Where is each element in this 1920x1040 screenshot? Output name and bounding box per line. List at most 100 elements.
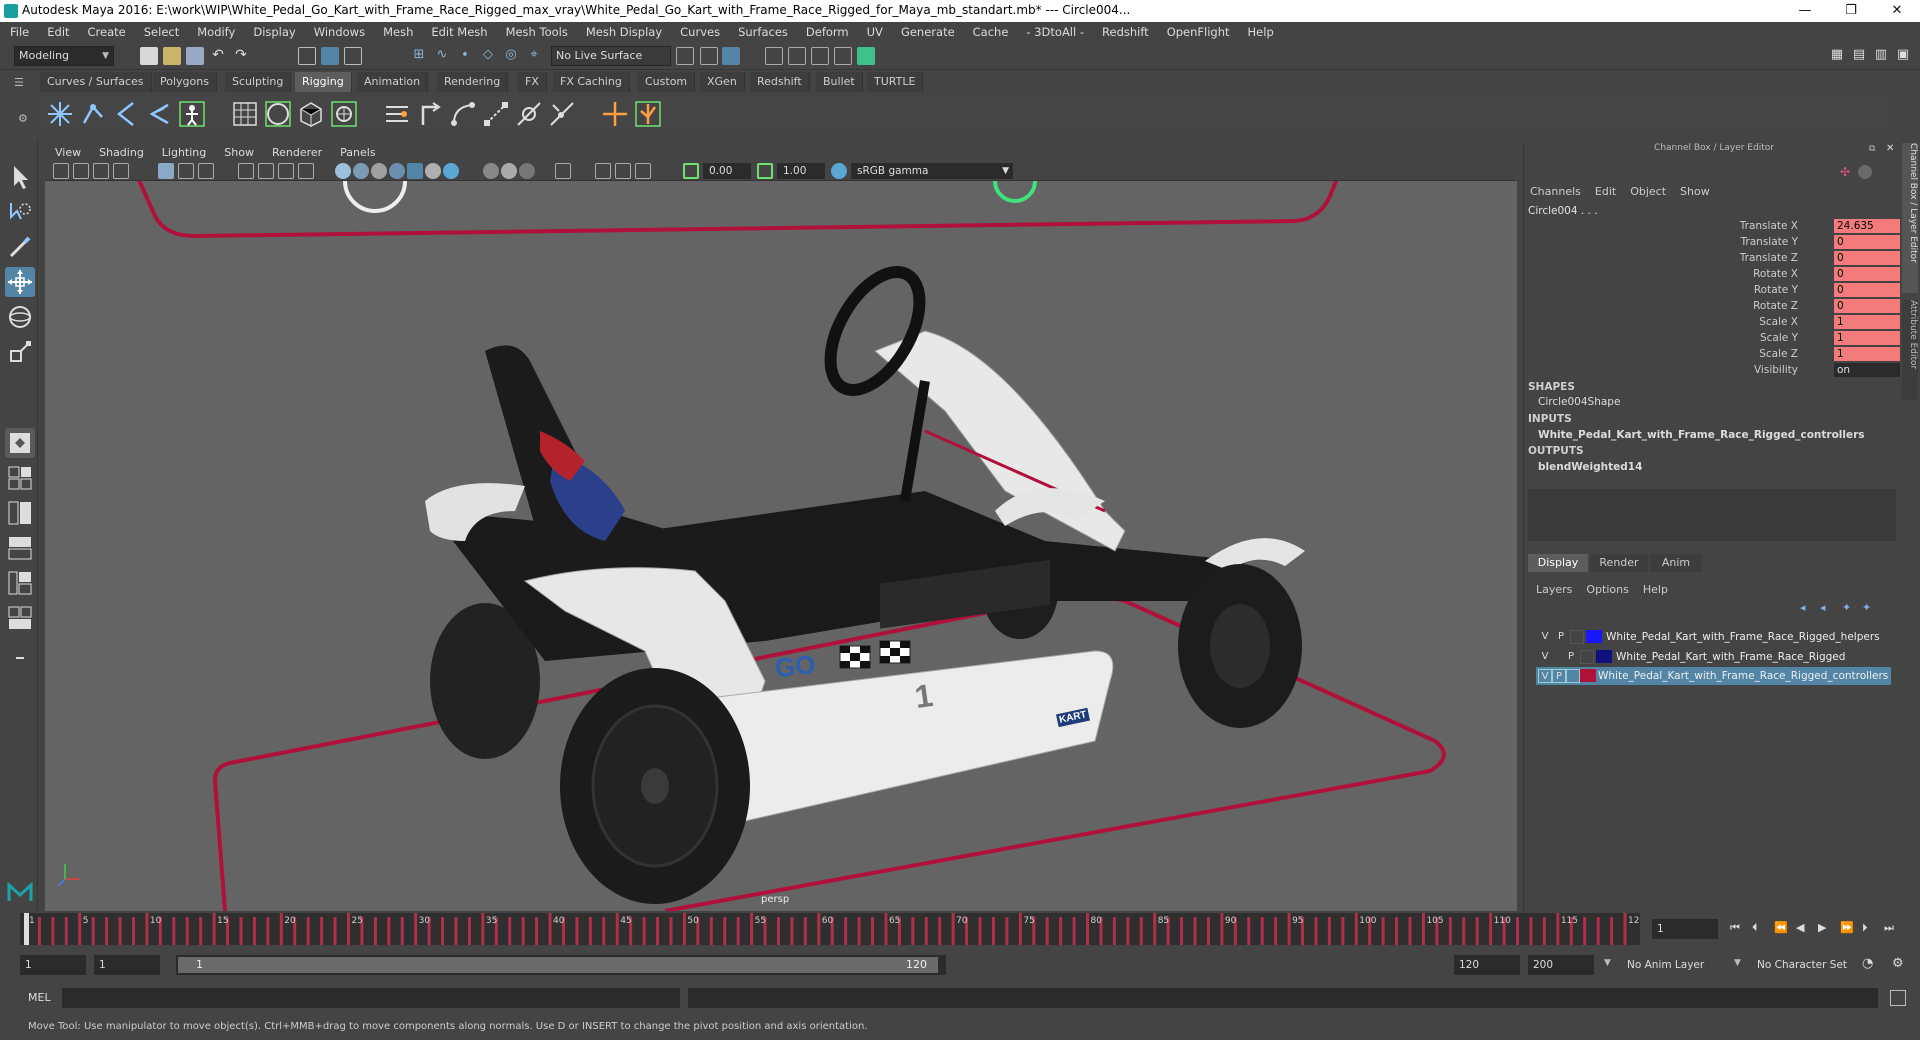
attr-scale-y[interactable]: Scale Y 1 [1524, 331, 1904, 346]
menu-display[interactable]: Display [253, 25, 295, 39]
channel-box-icon[interactable]: ▣ [1894, 47, 1912, 65]
render-view-icon[interactable] [765, 47, 783, 65]
pole-vector-icon[interactable] [547, 99, 577, 129]
layer-row-controllers[interactable]: V P White_Pedal_Kart_with_Frame_Race_Rig… [1536, 667, 1891, 685]
xray-icon[interactable] [595, 163, 611, 179]
mirror-joint-icon[interactable] [415, 99, 445, 129]
time-slider[interactable]: 1 5 10 15 20 25 30 35 40 45 50 55 60 65 70 75 80 85 90 95 10… [20, 913, 1640, 945]
modeling-toolkit-icon[interactable]: ▤ [1850, 47, 1868, 65]
locator-icon[interactable] [600, 99, 630, 129]
attr-translate-x[interactable]: Translate X 24.635 [1524, 219, 1904, 234]
layer-type-toggle[interactable] [1580, 650, 1594, 664]
attr-value[interactable]: 24.635 [1834, 219, 1900, 233]
menu-file[interactable]: File [10, 25, 29, 39]
input-node[interactable]: White_Pedal_Kart_with_Frame_Race_Rigged_… [1538, 429, 1865, 441]
options-menu[interactable]: Options [1586, 583, 1628, 596]
range-slider[interactable]: 1 120 [176, 955, 946, 975]
depth-of-field-icon[interactable] [519, 163, 535, 179]
gamma-field[interactable]: 1.00 [777, 163, 825, 179]
undo-icon[interactable]: ↶ [209, 47, 227, 65]
outliner-persp-layout-icon[interactable] [5, 603, 35, 633]
step-forward-frame-icon[interactable]: ⏵ [1862, 921, 1868, 935]
perspective-viewport[interactable]: 1 GO KART persp [45, 181, 1517, 911]
render-settings-icon[interactable] [834, 47, 852, 65]
snap-surface-icon[interactable]: ◎ [502, 47, 520, 65]
menu-curves[interactable]: Curves [680, 25, 720, 39]
side-tab-channel-box[interactable]: Channel Box / Layer Editor [1902, 143, 1918, 293]
speed-icon[interactable] [1858, 165, 1872, 179]
tab-fx[interactable]: FX [518, 72, 547, 92]
grid-toggle-icon[interactable] [158, 163, 174, 179]
menu-windows[interactable]: Windows [314, 25, 365, 39]
lattice-icon[interactable] [230, 99, 260, 129]
input-ops-icon[interactable] [676, 47, 694, 65]
collapse-toolbox-icon[interactable] [5, 650, 35, 666]
isolate-select-icon[interactable] [555, 163, 571, 179]
animation-prefs-icon[interactable]: ⚙ [1892, 956, 1904, 971]
tab-rendering[interactable]: Rendering [437, 72, 509, 92]
orient-joint-icon[interactable] [382, 99, 412, 129]
script-editor-icon[interactable] [1890, 990, 1906, 1006]
command-input[interactable] [62, 988, 680, 1008]
layer-name[interactable]: White_Pedal_Kart_with_Frame_Race_Rigged_… [1598, 670, 1888, 682]
snap-view-icon[interactable]: ◇ [479, 47, 497, 65]
command-language-label[interactable]: MEL [28, 991, 51, 1004]
image-plane-icon[interactable] [113, 163, 129, 179]
redo-icon[interactable]: ↷ [232, 47, 250, 65]
humanik-icon[interactable] [177, 99, 207, 129]
output-node[interactable]: blendWeighted14 [1538, 461, 1642, 473]
textured-icon[interactable] [389, 163, 405, 179]
select-component-icon[interactable] [344, 47, 362, 65]
tab-turtle[interactable]: TURTLE [867, 72, 924, 92]
viewport-menu-shading[interactable]: Shading [99, 146, 144, 159]
open-scene-icon[interactable] [163, 47, 181, 65]
menu-create[interactable]: Create [88, 25, 126, 39]
layer-playback-toggle[interactable]: P [1564, 650, 1578, 664]
shape-node[interactable]: Circle004Shape [1538, 396, 1620, 408]
new-layer-selected-icon[interactable]: ✦ [1862, 601, 1871, 614]
menu-modify[interactable]: Modify [197, 25, 235, 39]
ik-handle-icon[interactable] [78, 99, 108, 129]
manipulator-icon[interactable]: ✣ [1840, 165, 1854, 179]
attr-value[interactable]: 0 [1834, 235, 1900, 249]
layer-color-swatch[interactable] [1580, 669, 1596, 682]
step-back-frame-icon[interactable]: ⏴ [1752, 921, 1758, 935]
layers-menu[interactable]: Layers [1536, 583, 1572, 596]
scale-tool[interactable] [5, 337, 35, 367]
live-surface-field[interactable]: No Live Surface [551, 46, 671, 66]
menu-3dtoall[interactable]: - 3DtoAll - [1026, 25, 1084, 39]
workspace-icon[interactable]: ▦ [1828, 47, 1846, 65]
exposure-field[interactable]: 0.00 [703, 163, 751, 179]
point-constraint-icon[interactable] [481, 99, 511, 129]
create-joints-icon[interactable] [45, 99, 75, 129]
render-current-icon[interactable] [788, 47, 806, 65]
view-transform-dropdown[interactable]: sRGB gamma ▼ [851, 163, 1013, 179]
gamma-icon[interactable] [757, 163, 773, 179]
layer-playback-toggle[interactable]: P [1554, 630, 1568, 644]
layer-color-swatch[interactable] [1586, 630, 1602, 643]
persp-graph-layout-icon[interactable] [5, 533, 35, 563]
layer-row-helpers[interactable]: V P White_Pedal_Kart_with_Frame_Race_Rig… [1536, 628, 1891, 646]
menu-openflight[interactable]: OpenFlight [1167, 25, 1230, 39]
persp-outliner-graph-layout-icon[interactable] [5, 568, 35, 598]
layer-playback-toggle[interactable]: P [1552, 669, 1566, 683]
wireframe-on-shaded-icon[interactable] [371, 163, 387, 179]
attr-rotate-x[interactable]: Rotate X 0 [1524, 267, 1904, 282]
tab-rigging[interactable]: Rigging [295, 72, 352, 92]
attr-value[interactable]: 0 [1834, 251, 1900, 265]
new-scene-icon[interactable] [140, 47, 158, 65]
new-layer-icon[interactable]: ✦ [1842, 601, 1851, 614]
four-view-layout-icon[interactable] [5, 463, 35, 493]
tab-sculpting[interactable]: Sculpting [225, 72, 292, 92]
menu-mesh-display[interactable]: Mesh Display [586, 25, 662, 39]
layer-row-rigged[interactable]: V P White_Pedal_Kart_with_Frame_Race_Rig… [1536, 648, 1891, 666]
resolution-gate-icon[interactable] [198, 163, 214, 179]
hypershade-icon[interactable] [857, 47, 875, 65]
field-chart-icon[interactable] [278, 163, 294, 179]
menu-mesh[interactable]: Mesh [383, 25, 413, 39]
viewport-menu-lighting[interactable]: Lighting [162, 146, 206, 159]
chevron-down-icon[interactable]: ▼ [1734, 958, 1741, 968]
construction-history-icon[interactable] [722, 47, 740, 65]
move-layer-up-icon[interactable]: ◂ [1800, 601, 1806, 614]
aim-constraint-icon[interactable] [448, 99, 478, 129]
